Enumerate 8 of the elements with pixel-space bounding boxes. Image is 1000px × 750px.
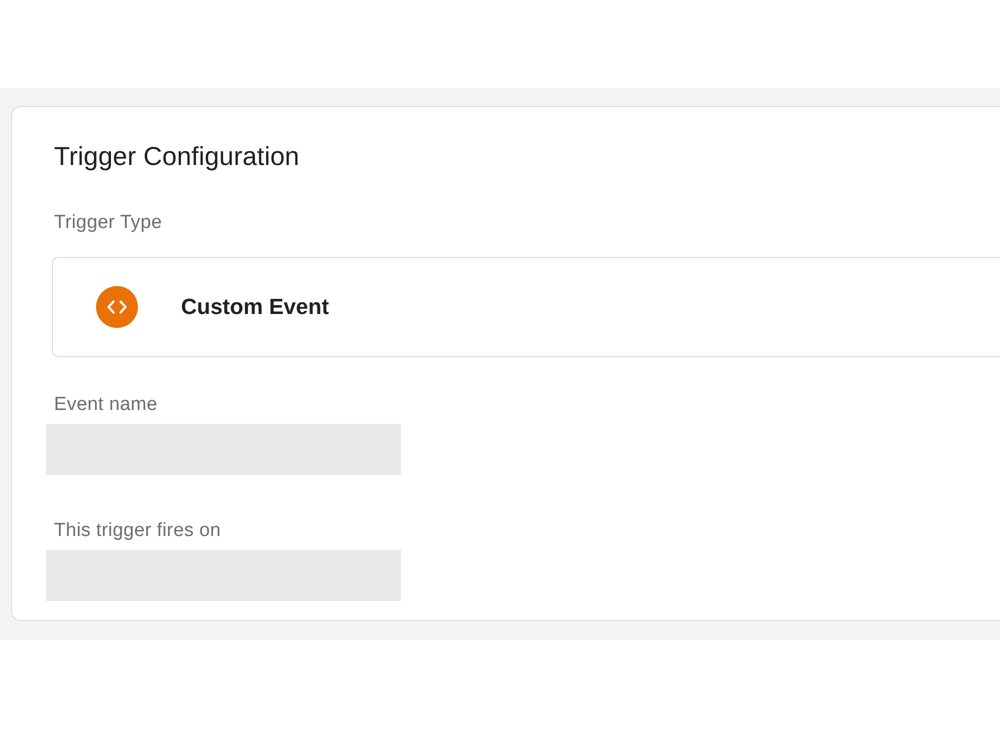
input-field[interactable] (46, 550, 401, 601)
trigger-type-selector[interactable]: Custom Event (52, 257, 1000, 357)
code-brackets-icon (96, 286, 138, 328)
field-label: Event name (54, 393, 158, 417)
trigger-type-label: Trigger Type (54, 211, 164, 235)
card-title: Trigger Configuration (54, 140, 300, 172)
input-field[interactable] (46, 424, 401, 475)
field-label: This trigger fires on (54, 519, 222, 543)
